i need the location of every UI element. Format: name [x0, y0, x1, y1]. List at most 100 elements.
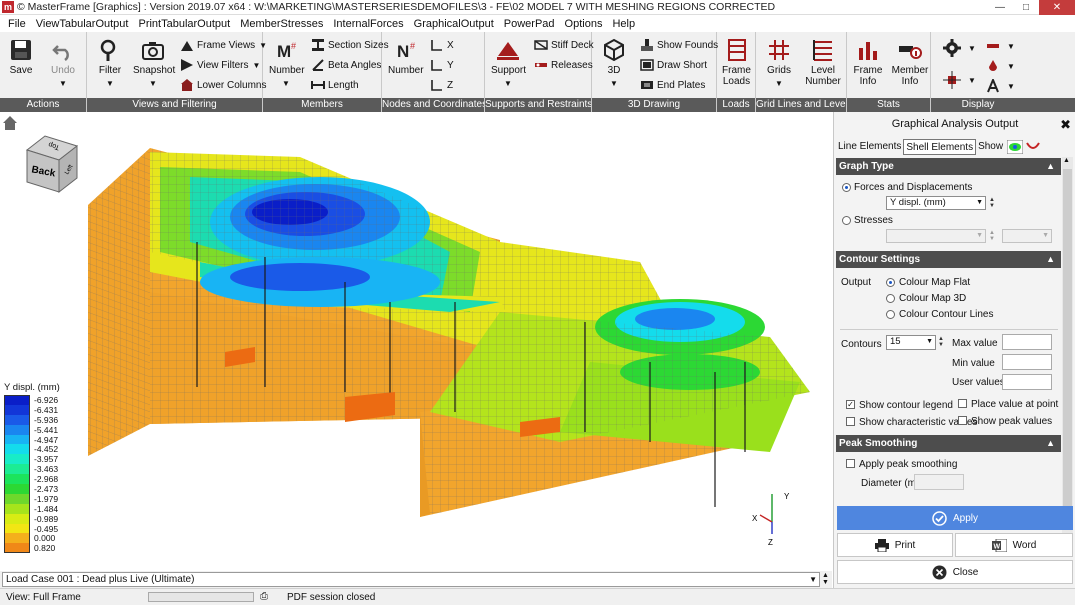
- menu-help[interactable]: Help: [607, 18, 640, 30]
- legend-value: -1.979: [34, 493, 59, 504]
- stresses-select-spinner[interactable]: ▲ ▼: [989, 230, 995, 242]
- contour-eye-icon[interactable]: [1007, 140, 1024, 154]
- show-contour-legend-checkbox[interactable]: ✓: [846, 400, 855, 409]
- releases-button[interactable]: Releases: [534, 57, 593, 73]
- menu-print-tabular-output[interactable]: PrintTabularOutput: [133, 18, 235, 30]
- forces-displacements-select[interactable]: Y displ. (mm) ▼: [886, 196, 986, 210]
- apply-peak-smoothing-label: Apply peak smoothing: [859, 459, 958, 470]
- menu-bar: File ViewTabularOutput PrintTabularOutpu…: [0, 15, 1075, 32]
- fill-colour-button[interactable]: ▼: [986, 58, 1015, 74]
- print-button[interactable]: Print: [837, 533, 953, 557]
- fe-model-contour-plot[interactable]: Y X Z: [0, 112, 832, 571]
- tab-line-elements[interactable]: Line Elements: [836, 139, 903, 155]
- maximize-button[interactable]: □: [1013, 0, 1039, 15]
- place-value-checkbox[interactable]: [958, 399, 967, 408]
- menu-powerpad[interactable]: PowerPad: [499, 18, 560, 30]
- load-case-spinner[interactable]: ▲ ▼: [822, 572, 829, 586]
- settings-button[interactable]: ▼: [943, 39, 976, 57]
- filter-button[interactable]: Filter ▼: [95, 38, 125, 89]
- menu-view-tabular-output[interactable]: ViewTabularOutput: [31, 18, 134, 30]
- show-z-coordinate-button[interactable]: Z: [430, 77, 453, 93]
- stresses-component-select[interactable]: ▼: [1002, 229, 1052, 243]
- section-sizes-button[interactable]: Section Sizes: [311, 37, 389, 53]
- colour-contour-lines-radio[interactable]: [886, 310, 895, 319]
- number-nodes-button[interactable]: N # Number: [388, 38, 424, 76]
- user-values-input[interactable]: [1002, 374, 1052, 390]
- gear-icon: [943, 39, 961, 57]
- max-value-input[interactable]: [1002, 334, 1052, 350]
- tab-shell-elements[interactable]: Shell Elements: [903, 139, 977, 155]
- panel-close-icon[interactable]: ✖: [1060, 117, 1071, 133]
- save-button[interactable]: Save: [6, 38, 36, 76]
- stiff-deck-button[interactable]: Stiff Deck: [534, 37, 594, 53]
- undo-button[interactable]: Undo ▼: [46, 38, 80, 89]
- apply-peak-smoothing-checkbox[interactable]: [846, 459, 855, 468]
- node-display-button[interactable]: ▼: [943, 71, 976, 89]
- show-x-coordinate-button[interactable]: X: [430, 37, 454, 53]
- deflected-shape-icon[interactable]: [1026, 141, 1040, 153]
- menu-graphical-output[interactable]: GraphicalOutput: [409, 18, 499, 30]
- panel-tabs: Line Elements Shell Elements Show: [836, 139, 1040, 155]
- output-label: Output: [841, 277, 872, 288]
- forces-displacements-radio[interactable]: [842, 183, 851, 192]
- contours-select[interactable]: 15 ▼: [886, 335, 936, 350]
- grids-button[interactable]: Grids ▼: [762, 38, 796, 89]
- frame-views-button[interactable]: Frame Views ▼: [180, 37, 267, 53]
- 3d-button[interactable]: 3D ▼: [600, 38, 628, 89]
- chevron-down-icon: ▼: [968, 43, 976, 53]
- frame-loads-button[interactable]: Frame Loads: [720, 38, 753, 87]
- contours-spinner[interactable]: ▲ ▼: [938, 336, 944, 348]
- draw-short-button[interactable]: Draw Short: [640, 57, 707, 73]
- member-info-button[interactable]: Member Info: [891, 38, 929, 87]
- close-button[interactable]: Close: [837, 560, 1073, 584]
- colour-map-3d-radio[interactable]: [886, 294, 895, 303]
- beta-angles-button[interactable]: Beta Angles: [311, 57, 381, 73]
- level-number-button[interactable]: Level Number: [804, 38, 842, 87]
- scroll-up-icon[interactable]: ▲: [1063, 157, 1070, 164]
- show-peak-checkbox[interactable]: [958, 416, 967, 425]
- length-button[interactable]: Length: [311, 77, 359, 93]
- graph-type-header[interactable]: Graph Type ▲: [836, 158, 1061, 175]
- load-case-select[interactable]: Load Case 001 : Dead plus Live (Ultimate…: [2, 572, 820, 587]
- menu-internal-forces[interactable]: InternalForces: [328, 18, 408, 30]
- number-members-button[interactable]: M # Number ▼: [269, 38, 305, 89]
- colour-map-flat-radio[interactable]: [886, 278, 895, 287]
- chevron-down-icon: ▼: [1007, 61, 1015, 71]
- min-value-input[interactable]: [1002, 354, 1052, 370]
- close-window-button[interactable]: ✕: [1039, 0, 1075, 15]
- stresses-radio[interactable]: [842, 216, 851, 225]
- peak-smoothing-header[interactable]: Peak Smoothing ▲: [836, 435, 1061, 452]
- legend-swatch: [4, 533, 30, 544]
- line-colour-button[interactable]: ▼: [986, 38, 1015, 54]
- tab-show[interactable]: Show: [976, 139, 1005, 155]
- menu-member-stresses[interactable]: MemberStresses: [235, 18, 328, 30]
- panel-scrollbar[interactable]: ▲ ▼: [1062, 157, 1073, 542]
- word-button[interactable]: W Word: [955, 533, 1073, 557]
- contour-settings-header[interactable]: Contour Settings ▲: [836, 251, 1061, 268]
- snapshot-button[interactable]: Snapshot ▼: [133, 38, 175, 89]
- forces-select-spinner[interactable]: ▲ ▼: [989, 197, 995, 209]
- show-characteristic-checkbox[interactable]: [846, 417, 855, 426]
- view-filters-button[interactable]: View Filters ▼: [180, 57, 260, 73]
- scrollbar-thumb[interactable]: [1063, 169, 1072, 529]
- minimize-button[interactable]: —: [987, 0, 1013, 15]
- show-founds-button[interactable]: Show Founds: [640, 37, 718, 53]
- menu-options[interactable]: Options: [560, 18, 608, 30]
- group-supports-restraints: Support ▼ Stiff Deck Releases Supports a…: [485, 32, 594, 112]
- legend-entry: -6.431: [4, 405, 60, 415]
- end-plates-button[interactable]: End Plates: [640, 77, 705, 93]
- graphics-viewport[interactable]: Top Back Left Y X Z Y displ. (mm) -6.926…: [0, 112, 832, 571]
- show-y-coordinate-button[interactable]: Y: [430, 57, 454, 73]
- support-button[interactable]: Support ▼: [491, 38, 526, 89]
- apply-button[interactable]: Apply: [837, 506, 1073, 530]
- menu-file[interactable]: File: [0, 18, 31, 30]
- max-value-label: Max value: [952, 338, 998, 349]
- diameter-input[interactable]: [914, 474, 964, 490]
- font-button[interactable]: ▼: [986, 78, 1015, 94]
- frame-info-button[interactable]: Frame Info: [851, 38, 885, 87]
- legend-entry: 0.000: [4, 533, 60, 543]
- group-members: M # Number ▼ Section Sizes Beta Angles Le…: [263, 32, 389, 112]
- stresses-select[interactable]: ▼: [886, 229, 986, 243]
- lower-columns-button[interactable]: Lower Columns: [180, 77, 266, 93]
- legend-value: -0.989: [34, 513, 59, 524]
